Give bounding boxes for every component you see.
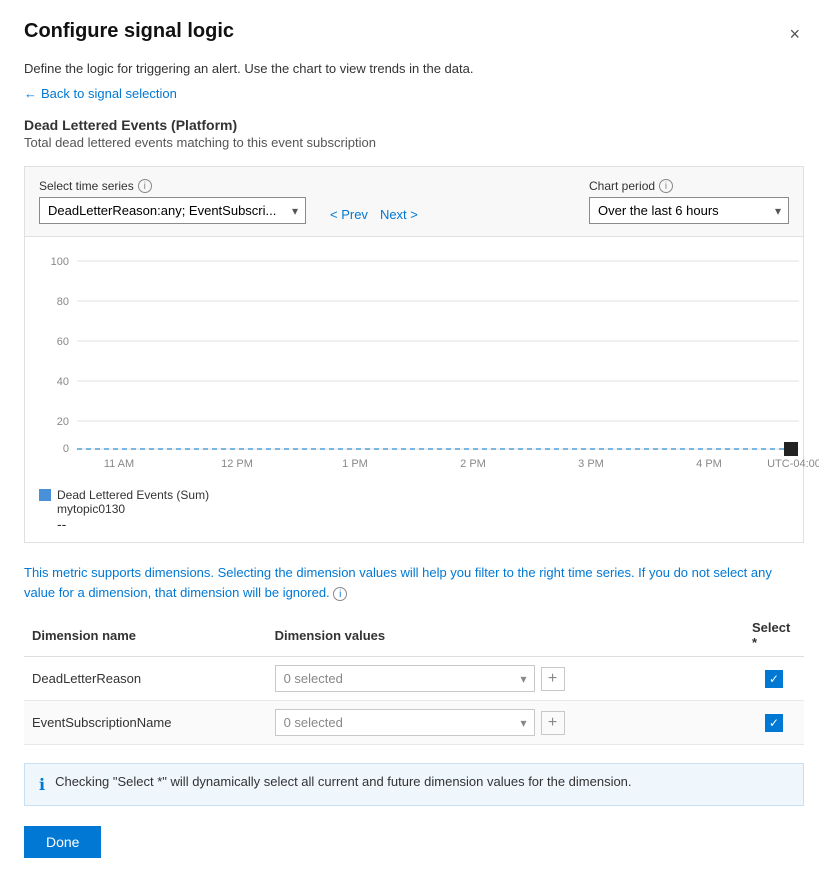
controls-row: Select time series i DeadLetterReason:an… — [24, 166, 804, 237]
col-dimension-name: Dimension name — [24, 614, 267, 657]
svg-text:4 PM: 4 PM — [696, 458, 722, 470]
time-series-info-icon[interactable]: i — [138, 179, 152, 193]
configure-signal-dialog: Configure signal logic × Define the logi… — [0, 0, 828, 881]
svg-text:12 PM: 12 PM — [221, 458, 253, 470]
nav-buttons: < Prev Next > — [326, 205, 422, 224]
col-select: Select * — [744, 614, 804, 657]
eventsubscription-select[interactable]: 0 selected — [275, 709, 535, 736]
chart-period-select[interactable]: Over the last 6 hours — [589, 197, 789, 224]
eventsubscription-add-button[interactable]: + — [541, 711, 565, 735]
time-series-label: Select time series i — [39, 179, 306, 193]
svg-text:100: 100 — [51, 256, 69, 268]
info-banner: ℹ Checking "Select *" will dynamically s… — [24, 763, 804, 806]
info-banner-icon: ℹ — [39, 775, 45, 795]
dialog-title: Configure signal logic — [24, 20, 234, 43]
legend-row: Dead Lettered Events (Sum) — [39, 488, 789, 502]
dimension-name-cell: DeadLetterReason — [24, 657, 267, 701]
legend-color — [39, 489, 51, 501]
chart-area: 100 80 60 40 20 0 11 AM 12 PM — [24, 237, 804, 543]
svg-text:1 PM: 1 PM — [342, 458, 368, 470]
legend-series-sub: mytopic0130 — [57, 502, 789, 516]
signal-subtitle: Total dead lettered events matching to t… — [24, 135, 804, 150]
close-button[interactable]: × — [785, 20, 804, 49]
time-series-group: Select time series i DeadLetterReason:an… — [39, 179, 306, 224]
arrow-left-icon: ← — [24, 86, 37, 101]
svg-text:0: 0 — [63, 443, 69, 455]
deadletter-checkbox[interactable] — [765, 670, 783, 688]
dimension-section: This metric supports dimensions. Selecti… — [24, 563, 804, 745]
info-banner-text: Checking "Select *" will dynamically sel… — [55, 774, 631, 789]
chart-svg: 100 80 60 40 20 0 11 AM 12 PM — [39, 247, 789, 480]
legend-series-label: Dead Lettered Events (Sum) — [57, 488, 209, 502]
eventsubscription-checkbox[interactable] — [765, 714, 783, 732]
dimension-name-cell: EventSubscriptionName — [24, 701, 267, 745]
dimension-info-text: This metric supports dimensions. Selecti… — [24, 563, 804, 602]
chart-period-label: Chart period i — [589, 179, 789, 193]
col-dimension-values: Dimension values — [267, 614, 744, 657]
time-series-select[interactable]: DeadLetterReason:any; EventSubscri... — [39, 197, 306, 224]
signal-name: Dead Lettered Events (Platform) — [24, 117, 804, 133]
dimension-values-cell: 0 selected + — [267, 657, 744, 701]
svg-text:UTC-04:00: UTC-04:00 — [767, 458, 819, 470]
dimension-table: Dimension name Dimension values Select *… — [24, 614, 804, 745]
chart-period-select-wrapper: Over the last 6 hours — [589, 197, 789, 224]
deadletter-select-wrapper: 0 selected — [275, 665, 535, 692]
deadletter-add-button[interactable]: + — [541, 667, 565, 691]
description-text: Define the logic for triggering an alert… — [24, 61, 804, 76]
dialog-header: Configure signal logic × — [24, 20, 804, 49]
dimension-info-icon[interactable]: i — [333, 587, 347, 601]
deadletter-select[interactable]: 0 selected — [275, 665, 535, 692]
eventsubscription-select-star-cell — [744, 701, 804, 745]
deadletter-select-star-cell — [744, 657, 804, 701]
eventsubscription-select-wrapper: 0 selected — [275, 709, 535, 736]
svg-text:80: 80 — [57, 296, 69, 308]
svg-text:40: 40 — [57, 376, 69, 388]
prev-button[interactable]: < Prev — [326, 205, 372, 224]
done-button[interactable]: Done — [24, 826, 101, 858]
table-row: DeadLetterReason 0 selected + — [24, 657, 804, 701]
time-series-select-wrapper: DeadLetterReason:any; EventSubscri... — [39, 197, 306, 224]
legend-dash: -- — [57, 516, 789, 532]
chart-period-group: Chart period i Over the last 6 hours — [589, 179, 789, 224]
svg-text:20: 20 — [57, 416, 69, 428]
back-to-signal-link[interactable]: ← Back to signal selection — [24, 86, 177, 101]
svg-text:60: 60 — [57, 336, 69, 348]
dimension-values-cell: 0 selected + — [267, 701, 744, 745]
svg-text:11 AM: 11 AM — [104, 458, 134, 470]
next-button[interactable]: Next > — [376, 205, 422, 224]
svg-text:2 PM: 2 PM — [460, 458, 486, 470]
chart-legend: Dead Lettered Events (Sum) mytopic0130 -… — [39, 488, 789, 542]
table-row: EventSubscriptionName 0 selected + — [24, 701, 804, 745]
chart-period-info-icon[interactable]: i — [659, 179, 673, 193]
svg-text:3 PM: 3 PM — [578, 458, 604, 470]
